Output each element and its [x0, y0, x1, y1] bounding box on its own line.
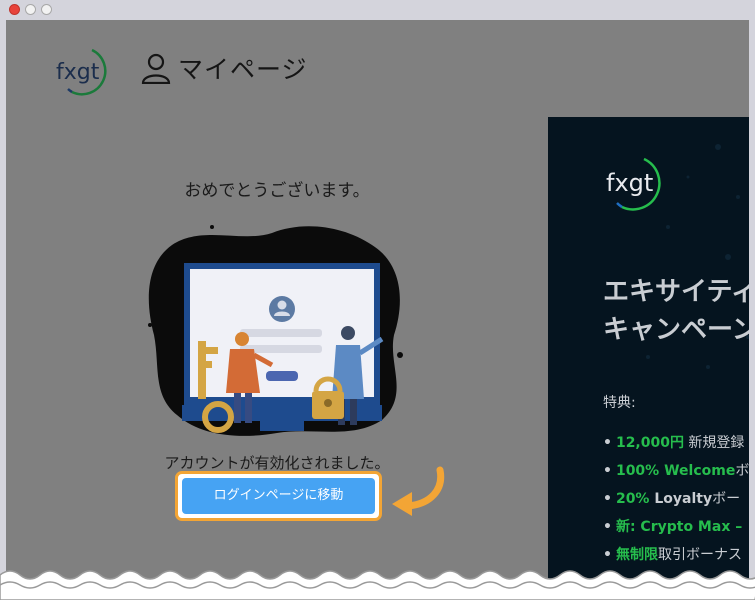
- minimize-window-button[interactable]: [25, 4, 36, 15]
- banner-headline-line2: キャンペーン: [603, 315, 749, 345]
- perk-item: • 100% Welcomeボ: [603, 463, 749, 479]
- fxgt-logo: fxgt: [56, 48, 107, 96]
- login-button-highlight: ログインページに移動: [175, 471, 382, 521]
- pointer-arrow-icon: [392, 466, 445, 516]
- go-to-login-button[interactable]: ログインページに移動: [182, 478, 375, 514]
- perk-item: • 20% Loyaltyボー: [603, 491, 741, 507]
- title-bar: [0, 0, 755, 20]
- mypage-label: マイページ: [178, 55, 308, 84]
- perk-item: • 12,000円 新規登録: [603, 435, 745, 451]
- banner-headline: エキサイティ キャンペーン: [603, 273, 749, 349]
- perk-item: • 新: Crypto Max –: [603, 519, 743, 535]
- maximize-window-button[interactable]: [41, 4, 52, 15]
- perks-list: • 12,000円 新規登録 • 100% Welcomeボ • 20% Loyalt…: [603, 429, 749, 569]
- account-activated-message: アカウントが有効化されました。: [164, 454, 390, 472]
- torn-edge: [0, 570, 755, 600]
- mypage-header[interactable]: マイページ: [140, 50, 308, 86]
- close-window-button[interactable]: [9, 4, 20, 15]
- congrats-message: おめでとうございます。: [184, 181, 370, 201]
- account-activated-illustration: [148, 225, 403, 436]
- logo-text: fxgt: [56, 60, 100, 85]
- banner-logo-text: fxgt: [606, 169, 653, 197]
- banner-fxgt-logo: fxgt: [606, 157, 661, 211]
- browser-window: fxgt マイページ おめでとうございます。 アカウントが有効化されました。 ロ…: [0, 0, 755, 600]
- user-icon: [141, 53, 171, 84]
- banner-headline-line1: エキサイティ: [603, 277, 749, 307]
- perks-title: 特典:: [603, 395, 636, 411]
- page-viewport: fxgt マイページ おめでとうございます。 アカウントが有効化されました。 ロ…: [6, 20, 749, 595]
- campaign-banner[interactable]: fxgt エキサイティ キャンペーン 特典: • 12,000円 新規登録 • 10…: [548, 117, 749, 595]
